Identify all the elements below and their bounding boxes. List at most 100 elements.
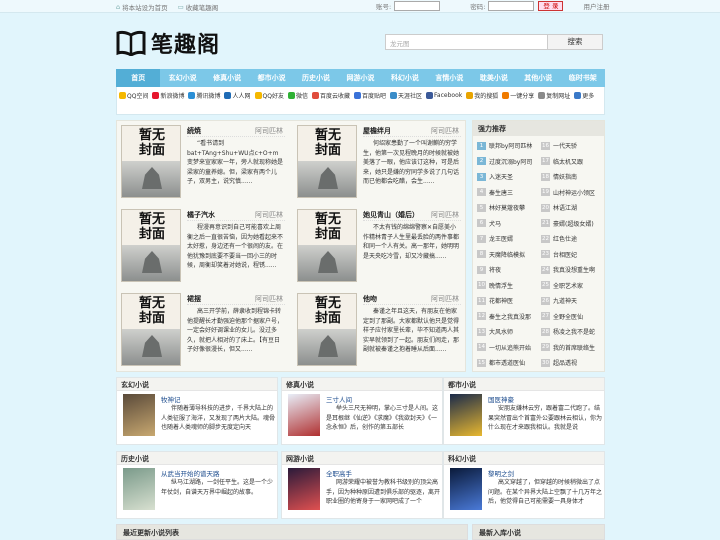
recommend-item[interactable]: 29 我的首席联络生 (541, 343, 595, 352)
book-title[interactable]: 屋檐绊月 (363, 126, 391, 136)
recommend-item[interactable]: 13 大风水师 (477, 327, 513, 336)
section-header[interactable]: 都市小说 (444, 378, 604, 391)
share-item[interactable]: QQ空间 (119, 91, 148, 100)
recommend-item[interactable]: 7 龙王医婿 (477, 234, 513, 243)
section-book-cover[interactable] (450, 468, 482, 510)
book-author[interactable]: 阿司匹林 (255, 126, 283, 136)
book-card[interactable]: 暂无 封面 她见青山（婚后） 阿司匹林 不太有钱的绵绵警察✕自愿美小作精林青子人生里最… (293, 205, 465, 285)
book-cover[interactable]: 暂无 封面 (297, 209, 357, 282)
section-book-cover[interactable] (123, 394, 155, 436)
recommend-link[interactable]: 情妖指南 (553, 172, 577, 181)
recommend-item[interactable]: 4 秦生唐三 (477, 188, 513, 197)
section-book-title[interactable]: 黎明之剑 (488, 468, 514, 478)
recommend-item[interactable]: 15 都市透道医仙 (477, 358, 525, 367)
recommend-link[interactable]: 晚情浮生 (489, 281, 513, 290)
book-author[interactable]: 阿司匹林 (255, 294, 283, 304)
book-card[interactable]: 暂无 封面 裙摆 阿司匹林 高三开学前，薛隶收到程锦卡转他提醒长才勤强迫他那个据家户号… (117, 289, 289, 369)
nav-item[interactable]: 玄幻小说 (160, 69, 204, 87)
share-item[interactable]: 百度云收藏 (311, 91, 350, 100)
book-title[interactable]: 裙摆 (187, 294, 201, 304)
share-item[interactable]: 天涯社区 (390, 91, 422, 100)
recommend-link[interactable]: 全职艺术家 (553, 281, 583, 290)
recommend-link[interactable]: 全野全医仙 (553, 312, 583, 321)
recommend-link[interactable]: 豪婿(超级女婿) (553, 219, 594, 228)
nav-item[interactable]: 首页 (116, 69, 161, 87)
section-book-title[interactable]: 从武当开始的谱天路 (161, 468, 220, 478)
recommend-link[interactable]: 杨凌之我不是蛇 (553, 327, 595, 336)
share-item[interactable]: 微信 (287, 91, 308, 100)
recommend-item[interactable]: 23 台相医妃 (541, 250, 577, 259)
share-item[interactable]: Facebook (426, 91, 462, 100)
recommend-link[interactable]: 秦生唐三 (489, 188, 513, 197)
section-header[interactable]: 网游小说 (282, 452, 442, 465)
section-header[interactable]: 科幻小说 (444, 452, 604, 465)
recommend-item[interactable]: 27 全野全医仙 (541, 312, 583, 321)
recommend-item[interactable]: 6 犬马 (477, 219, 501, 228)
site-logo[interactable]: 笔趣阁 (116, 27, 220, 59)
recommend-link[interactable]: 入迷天圣 (489, 172, 513, 181)
recommend-item[interactable]: 20 林语江湖 (541, 203, 577, 212)
book-cover[interactable]: 暂无 封面 (121, 125, 181, 198)
section-book-title[interactable]: 三寸人间 (326, 394, 352, 404)
recommend-item[interactable]: 11 花都神医 (477, 296, 513, 305)
section-header[interactable]: 玄幻小说 (117, 378, 277, 391)
section-book-cover[interactable] (288, 468, 320, 510)
nav-item[interactable]: 网游小说 (338, 69, 382, 87)
recommend-link[interactable]: 联邦by阿司匹林 (489, 141, 532, 150)
book-card[interactable]: 暂无 封面 他吻 阿司匹林 秦谨之年且这天，有朋友在他家定到了那副。大家都默认他只是觉… (293, 289, 465, 369)
book-cover[interactable]: 暂无 封面 (121, 293, 181, 366)
recommend-item[interactable]: 5 林好莫蔻夜攀 (477, 203, 525, 212)
recommend-item[interactable]: 28 杨凌之我不是蛇 (541, 327, 595, 336)
recommend-link[interactable]: 秦生之我真没那 (489, 312, 531, 321)
password-input[interactable] (488, 1, 535, 11)
recommend-link[interactable]: 临太机又跟 (553, 157, 583, 166)
login-button[interactable]: 登 录 (538, 1, 564, 11)
book-author[interactable]: 阿司匹林 (431, 294, 459, 304)
book-card[interactable]: 暂无 封面 屋檐绊月 阿司匹林 何绍家患勤了一个叫谢麒的穷学生，他第一次见程晚月的时候… (293, 121, 465, 201)
book-cover[interactable]: 暂无 封面 (297, 125, 357, 198)
book-title[interactable]: 橘子汽水 (187, 210, 215, 220)
book-card[interactable]: 暂无 封面 橘子汽水 阿司匹林 程漫再意识到自己可能喜欢上周衡之后一直很苦恼，因为她看… (117, 205, 289, 285)
share-item[interactable]: 人人网 (224, 91, 251, 100)
search-input[interactable]: 龙元图 (385, 34, 548, 50)
recommend-item[interactable]: 18 情妖指南 (541, 172, 577, 181)
section-book-cover[interactable] (123, 468, 155, 510)
recommend-link[interactable]: 天魔降临模拟 (489, 250, 525, 259)
recommend-link[interactable]: 超品透视 (553, 358, 577, 367)
share-item[interactable]: 我的搜狐 (466, 91, 498, 100)
book-title[interactable]: 她见青山（婚后） (363, 210, 419, 220)
nav-item[interactable]: 耽美小说 (472, 69, 516, 87)
recommend-item[interactable]: 9 将夜 (477, 265, 501, 274)
section-header[interactable]: 修真小说 (282, 378, 442, 391)
recommend-item[interactable]: 25 全职艺术家 (541, 281, 583, 290)
section-book-title[interactable]: 国医神豪 (488, 394, 514, 404)
share-item[interactable]: QQ好友 (254, 91, 284, 100)
bookmark-link[interactable]: ▭ 收藏笔趣阁 (178, 2, 219, 12)
share-item[interactable]: 更多 (574, 91, 594, 100)
recommend-link[interactable]: 龙王医婿 (489, 234, 513, 243)
recommend-link[interactable]: 犬马 (489, 219, 501, 228)
recommend-link[interactable]: 花都神医 (489, 296, 513, 305)
recommend-item[interactable]: 14 一切从追熊开始 (477, 343, 531, 352)
recommend-item[interactable]: 12 秦生之我真没那 (477, 312, 531, 321)
book-title[interactable]: 続焼 (187, 126, 201, 136)
book-title[interactable]: 他吻 (363, 294, 377, 304)
recommend-item[interactable]: 3 入迷天圣 (477, 172, 513, 181)
recommend-link[interactable]: 山村神运小领区 (553, 188, 595, 197)
section-book-title[interactable]: 牧神记 (161, 394, 181, 404)
recommend-link[interactable]: 红色仕途 (553, 234, 577, 243)
recommend-item[interactable]: 10 晚情浮生 (477, 281, 513, 290)
share-item[interactable]: 腾讯微博 (188, 91, 220, 100)
share-item[interactable]: 一键分享 (502, 91, 534, 100)
register-link[interactable]: 用户注册 (583, 1, 609, 11)
recommend-item[interactable]: 30 超品透视 (541, 358, 577, 367)
recommend-link[interactable]: 台相医妃 (553, 250, 577, 259)
recommend-item[interactable]: 17 临太机又跟 (541, 157, 583, 166)
section-book-cover[interactable] (288, 394, 320, 436)
nav-item[interactable]: 都市小说 (249, 69, 293, 87)
recommend-link[interactable]: 大风水师 (489, 327, 513, 336)
recommend-link[interactable]: 我真没想重生啊 (553, 265, 595, 274)
recommend-item[interactable]: 26 九道神天 (541, 296, 577, 305)
share-item[interactable]: 复制网址 (538, 91, 570, 100)
recommend-link[interactable]: 我的首席联络生 (553, 343, 595, 352)
